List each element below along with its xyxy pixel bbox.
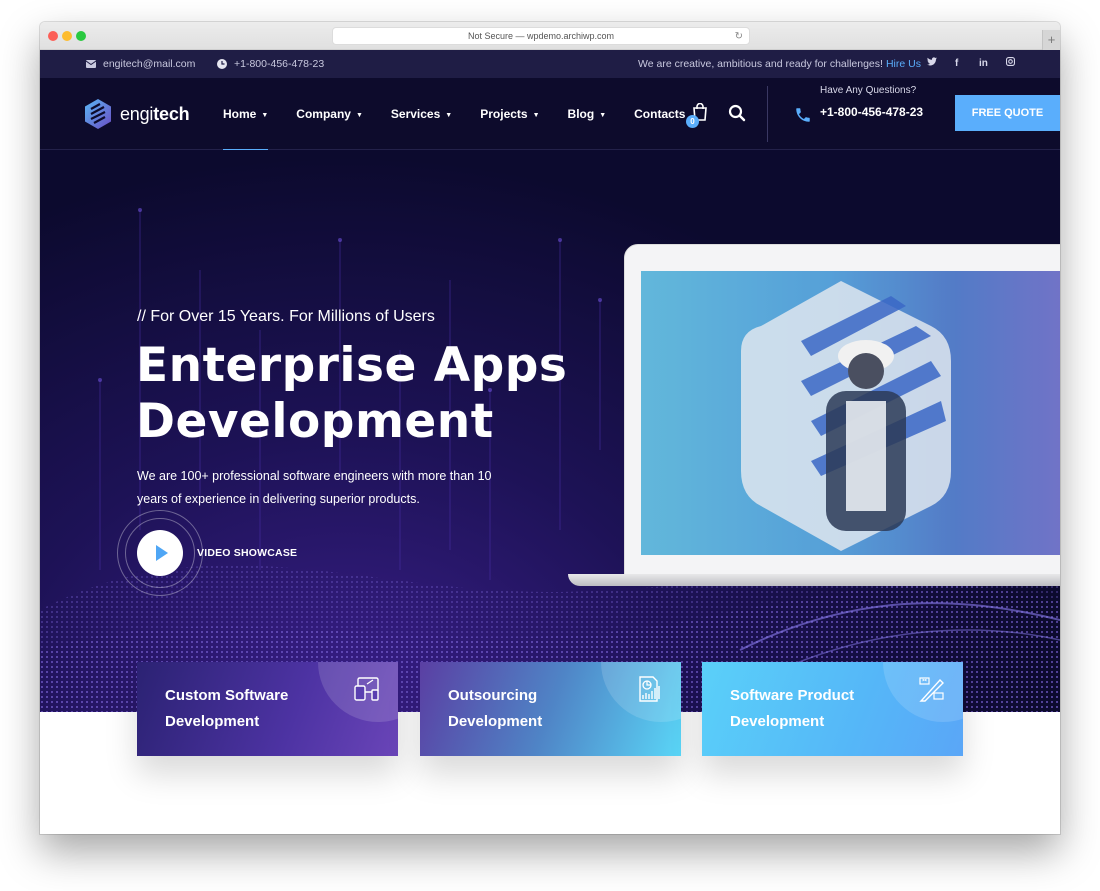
- cart-count-badge: 0: [686, 115, 699, 128]
- report-chart-icon: [639, 676, 660, 702]
- menu-item-blog[interactable]: Blog ▼: [568, 78, 607, 150]
- caret-down-icon: ▼: [261, 112, 269, 119]
- caret-down-icon: ▼: [445, 112, 453, 119]
- phone-icon: [796, 108, 810, 122]
- address-text: Not Secure — wpdemo.archiwp.com: [467, 31, 615, 41]
- browser-titlebar: Not Secure — wpdemo.archiwp.com ↻ +: [40, 22, 1060, 50]
- browser-window: Not Secure — wpdemo.archiwp.com ↻ + engi…: [40, 22, 1060, 834]
- engitech-logo-icon: [85, 99, 111, 129]
- laptop-base: [568, 574, 1060, 586]
- card-title: Custom Software Development: [165, 687, 289, 730]
- service-card-outsourcing[interactable]: Outsourcing Development: [420, 662, 681, 756]
- hero-section: // For Over 15 Years. For Millions of Us…: [40, 150, 1060, 712]
- topbar-phone[interactable]: +1-800-456-478-23: [217, 50, 324, 78]
- reload-icon[interactable]: ↻: [735, 28, 743, 45]
- service-card-custom-software[interactable]: Custom Software Development: [137, 662, 398, 756]
- address-bar[interactable]: Not Secure — wpdemo.archiwp.com ↻: [332, 27, 750, 45]
- caret-down-icon: ▼: [532, 112, 540, 119]
- main-navbar: engitech Home ▼ Company ▼ Services ▼ Projec…: [40, 78, 1060, 151]
- mail-icon: [86, 60, 96, 68]
- laptop-mockup: [624, 244, 1060, 584]
- code-pencil-icon: [919, 677, 944, 702]
- card-title: Outsourcing Development: [448, 687, 543, 730]
- questions-label: Have Any Questions?: [820, 85, 917, 96]
- hero-image-vr-person: [641, 271, 1060, 555]
- menu-item-services[interactable]: Services ▼: [391, 78, 452, 150]
- cart-button[interactable]: 0: [686, 102, 710, 128]
- questions-phone[interactable]: +1-800-456-478-23: [820, 102, 930, 123]
- play-video-button[interactable]: [137, 530, 183, 576]
- hire-us-link[interactable]: Hire Us: [886, 50, 921, 78]
- minimize-window-button[interactable]: [62, 31, 72, 41]
- menu-item-company[interactable]: Company ▼: [296, 78, 363, 150]
- new-tab-button[interactable]: +: [1042, 30, 1060, 50]
- linkedin-icon[interactable]: in: [979, 50, 988, 78]
- hero-headline: Enterprise Apps Development: [136, 338, 568, 449]
- site-logo[interactable]: engitech: [84, 98, 190, 130]
- nav-divider: [767, 86, 768, 142]
- hero-description: We are 100+ professional software engine…: [137, 469, 492, 506]
- card-title: Software Product Development: [730, 687, 855, 730]
- slogan-text: We are creative, ambitious and ready for…: [638, 58, 883, 70]
- menu-item-projects[interactable]: Projects ▼: [480, 78, 539, 150]
- search-icon: [728, 104, 746, 122]
- free-quote-button[interactable]: FREE QUOTE: [955, 95, 1060, 131]
- menu-item-contacts[interactable]: Contacts: [634, 78, 685, 150]
- maximize-window-button[interactable]: [76, 31, 86, 41]
- topbar-email[interactable]: engitech@mail.com: [86, 50, 195, 78]
- email-text: engitech@mail.com: [103, 58, 196, 70]
- phone-text: +1-800-456-478-23: [234, 58, 325, 70]
- facebook-icon[interactable]: f: [955, 50, 958, 78]
- devices-icon: [354, 677, 379, 701]
- service-card-software-product[interactable]: Software Product Development: [702, 662, 963, 756]
- main-menu: Home ▼ Company ▼ Services ▼ Projects ▼ Blog ▼…: [223, 78, 713, 151]
- instagram-icon[interactable]: [1006, 50, 1016, 78]
- clock-icon: [217, 59, 227, 69]
- caret-down-icon: ▼: [355, 112, 363, 119]
- video-showcase-link[interactable]: VIDEO SHOWCASE: [197, 547, 297, 559]
- top-info-bar: engitech@mail.com +1-800-456-478-23 We a…: [40, 50, 1060, 78]
- twitter-icon[interactable]: [927, 50, 937, 78]
- hero-tagline: // For Over 15 Years. For Millions of Us…: [137, 308, 435, 325]
- search-button[interactable]: [728, 104, 746, 122]
- menu-item-home[interactable]: Home ▼: [223, 78, 269, 151]
- close-window-button[interactable]: [48, 31, 58, 41]
- caret-down-icon: ▼: [599, 112, 607, 119]
- topbar-slogan: We are creative, ambitious and ready for…: [638, 50, 921, 78]
- logo-text: engitech: [120, 103, 190, 124]
